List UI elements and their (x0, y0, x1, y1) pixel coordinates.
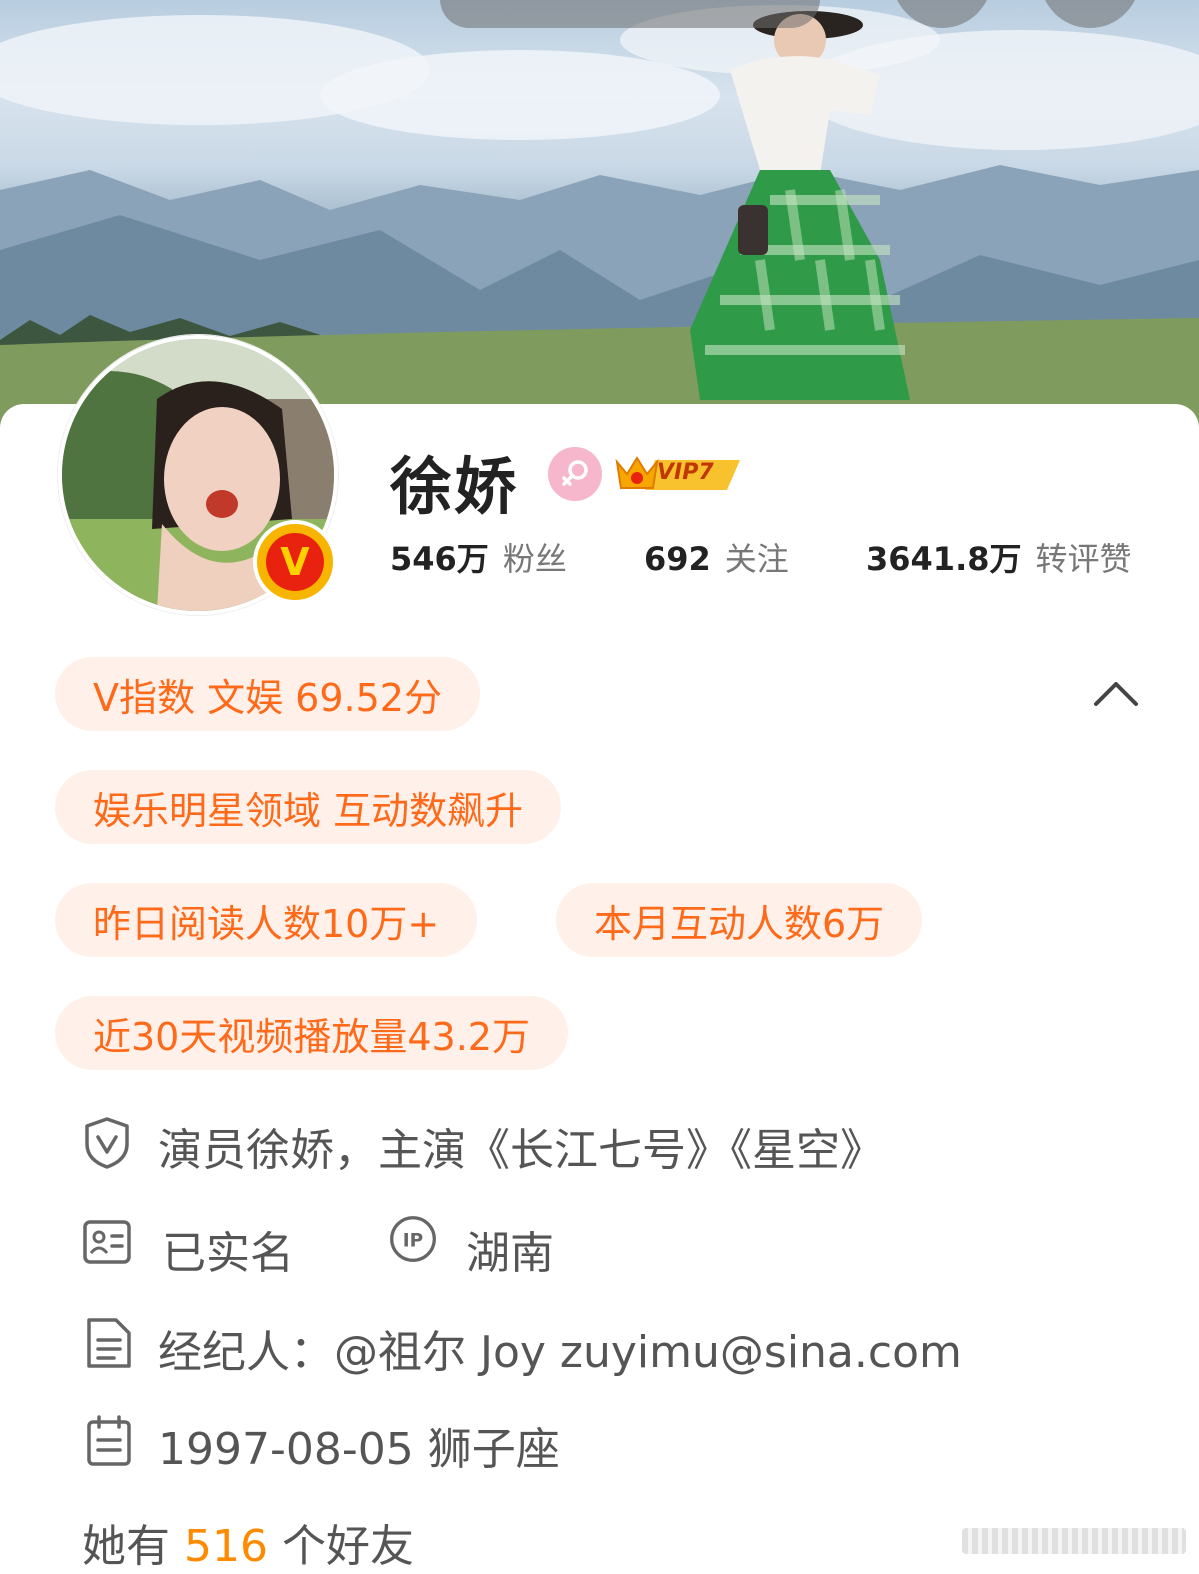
stat-reposts-comments-likes[interactable]: 3641.8万 转评赞 (866, 534, 1132, 580)
verified-v-icon: V (266, 533, 324, 591)
tag-field[interactable]: 娱乐明星领域 互动数飙升 (55, 770, 562, 844)
calendar-icon (87, 1415, 131, 1466)
stat-label: 转评赞 (1035, 540, 1132, 578)
tag-v-index[interactable]: V指数 文娱 69.52分 (55, 657, 480, 731)
tag-monthly-interactions[interactable]: 本月互动人数6万 (556, 883, 923, 957)
id-card-icon (83, 1220, 131, 1264)
top-search-pill[interactable] (440, 0, 820, 28)
ip-icon: IP (390, 1216, 436, 1262)
watermark (962, 1528, 1186, 1554)
ip-location: 湖南 (466, 1228, 554, 1279)
vip-level-label: VIP7 (657, 460, 714, 485)
profile-name: 徐娇 (390, 450, 519, 523)
birthday: 1997-08-05 狮子座 (158, 1424, 560, 1475)
female-icon (548, 447, 602, 501)
tag-reads-yesterday[interactable]: 昨日阅读人数10万+ (55, 883, 478, 957)
tag-video-plays[interactable]: 近30天视频播放量43.2万 (55, 996, 568, 1070)
stat-fans[interactable]: 546万 粉丝 (390, 534, 567, 580)
real-name-status: 已实名 (162, 1228, 294, 1279)
stat-label: 关注 (724, 540, 789, 578)
friends-prefix: 她有 (82, 1521, 170, 1572)
svg-text:IP: IP (403, 1230, 423, 1251)
verified-shield-icon (85, 1117, 129, 1169)
verification-info: 演员徐娇，主演《长江七号》《星空》 (158, 1125, 884, 1176)
document-icon (87, 1318, 131, 1368)
stat-value: 692 (644, 540, 711, 578)
stat-value: 546万 (390, 540, 489, 578)
friends-count: 516 (184, 1521, 268, 1572)
chevron-up-icon[interactable] (1092, 676, 1140, 710)
verified-badge: V (253, 520, 337, 604)
agent-contact[interactable]: 经纪人：@祖尔 Joy zuyimu@sina.com (158, 1316, 962, 1380)
friends-suffix: 个好友 (281, 1521, 414, 1572)
stat-following[interactable]: 692 关注 (644, 534, 789, 580)
stat-value: 3641.8万 (866, 540, 1022, 578)
stat-label: 粉丝 (502, 540, 567, 578)
friends-count-line[interactable]: 她有 516 个好友 (82, 1510, 414, 1574)
